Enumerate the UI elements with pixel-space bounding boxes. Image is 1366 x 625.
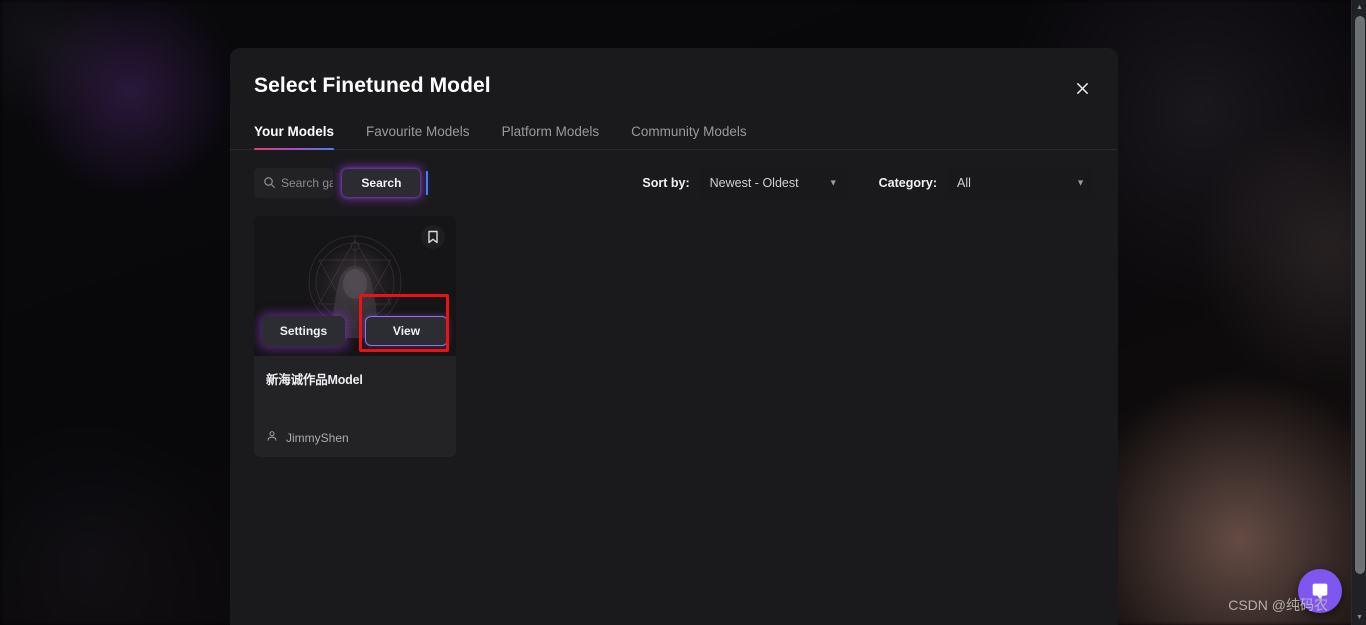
- scrollbar-thumb[interactable]: [1355, 16, 1365, 574]
- bookmark-icon[interactable]: [421, 225, 445, 249]
- search-icon: [263, 176, 276, 189]
- gallery-controls: Search Sort by: Newest - Oldest ▼ Catego…: [230, 150, 1118, 198]
- view-button[interactable]: View: [365, 316, 448, 346]
- scroll-down-arrow-icon[interactable]: ▼: [1352, 610, 1366, 625]
- category-select[interactable]: All ▼: [946, 168, 1094, 198]
- model-author: JimmyShen: [266, 430, 349, 445]
- category-group: Category: All ▼: [879, 168, 1094, 198]
- search-button-label: Search: [361, 176, 402, 190]
- chevron-down-icon: ▼: [1076, 177, 1085, 188]
- page-scrollbar[interactable]: ▲ ▼: [1351, 0, 1366, 625]
- tab-community-models[interactable]: Community Models: [631, 118, 747, 149]
- dialog-header: Select Finetuned Model: [230, 48, 1118, 98]
- tab-platform-models[interactable]: Platform Models: [502, 118, 600, 149]
- sort-by-value: Newest - Oldest: [709, 176, 799, 190]
- model-card-body: 新海诚作品Model JimmyShen: [254, 356, 456, 457]
- sort-by-group: Sort by: Newest - Oldest ▼: [642, 168, 847, 198]
- search-field-wrapper: [254, 168, 334, 198]
- model-title: 新海诚作品Model: [266, 373, 363, 387]
- tab-label: Your Models: [254, 124, 335, 139]
- text-caret: [426, 171, 429, 195]
- tab-label: Platform Models: [501, 124, 600, 139]
- close-icon[interactable]: [1070, 76, 1094, 100]
- model-card-grid: Settings View 新海诚作品Model JimmyShen: [230, 198, 1118, 457]
- tab-label: Community Models: [631, 124, 747, 139]
- model-source-tabs: Your Models Favourite Models Platform Mo…: [230, 118, 1118, 150]
- select-finetuned-model-dialog: Select Finetuned Model Your Models Favou…: [230, 48, 1118, 625]
- chat-launcher-button[interactable]: [1298, 569, 1342, 613]
- model-thumbnail[interactable]: Settings View: [254, 216, 456, 356]
- tab-your-models[interactable]: Your Models: [254, 118, 335, 150]
- tab-favourite-models[interactable]: Favourite Models: [366, 118, 470, 149]
- sort-by-select[interactable]: Newest - Oldest ▼: [698, 168, 847, 198]
- chat-bubble-icon: [1312, 583, 1328, 600]
- person-icon: [266, 430, 278, 445]
- scroll-up-arrow-icon[interactable]: ▲: [1352, 0, 1366, 15]
- card-action-buttons: Settings View: [254, 316, 456, 346]
- model-author-name: JimmyShen: [286, 430, 349, 445]
- category-label: Category:: [878, 176, 937, 190]
- sort-by-label: Sort by:: [642, 176, 690, 190]
- model-card[interactable]: Settings View 新海诚作品Model JimmyShen: [254, 216, 456, 457]
- category-value: All: [957, 176, 971, 190]
- chevron-down-icon: ▼: [828, 177, 838, 188]
- page-title: Select Finetuned Model: [254, 74, 491, 97]
- settings-button[interactable]: Settings: [262, 316, 345, 346]
- search-input[interactable]: [281, 176, 334, 190]
- tab-label: Favourite Models: [366, 124, 470, 139]
- search-button[interactable]: Search: [342, 169, 429, 197]
